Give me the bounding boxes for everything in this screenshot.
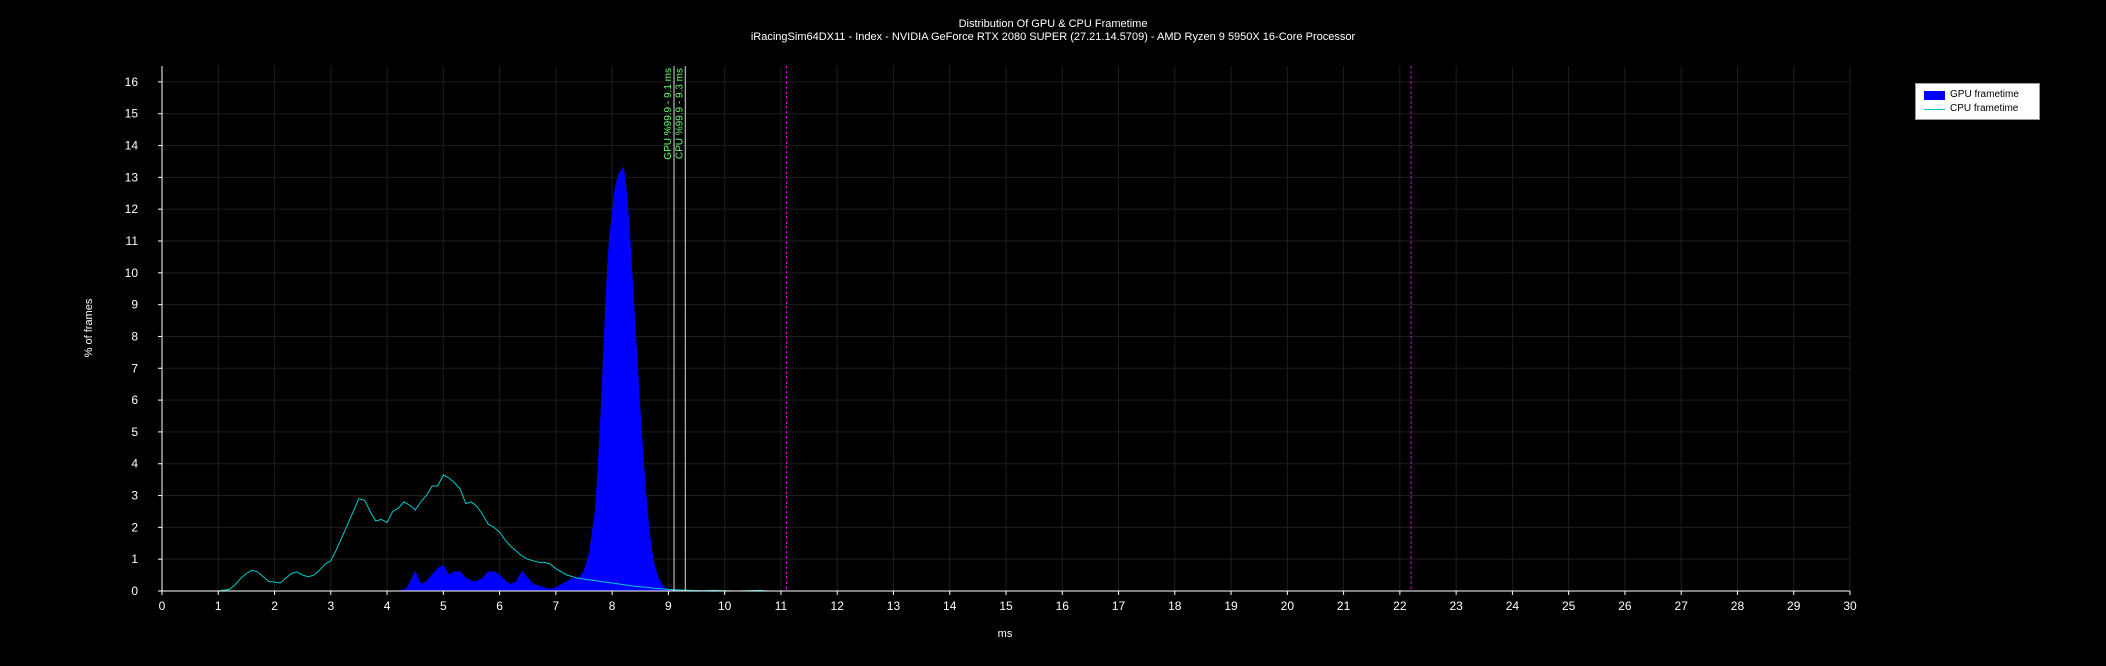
y-tick-label-10: 10 bbox=[125, 266, 139, 280]
x-tick-label-7: 7 bbox=[553, 599, 560, 613]
y-tick-label-6: 6 bbox=[131, 393, 138, 407]
legend-label-cpu: CPU frametime bbox=[1950, 103, 2019, 114]
x-tick-label-23: 23 bbox=[1449, 599, 1463, 613]
x-tick-label-19: 19 bbox=[1224, 599, 1238, 613]
x-tick-label-8: 8 bbox=[609, 599, 616, 613]
x-tick-label-3: 3 bbox=[327, 599, 334, 613]
x-tick-label-26: 26 bbox=[1618, 599, 1632, 613]
x-tick-label-18: 18 bbox=[1168, 599, 1182, 613]
y-tick-label-8: 8 bbox=[131, 329, 138, 343]
x-tick-label-13: 13 bbox=[887, 599, 901, 613]
x-tick-label-28: 28 bbox=[1731, 599, 1745, 613]
x-tick-label-5: 5 bbox=[440, 599, 447, 613]
y-tick-label-7: 7 bbox=[131, 361, 138, 375]
x-tick-label-6: 6 bbox=[496, 599, 503, 613]
x-tick-label-21: 21 bbox=[1337, 599, 1351, 613]
x-tick-label-20: 20 bbox=[1281, 599, 1295, 613]
y-tick-label-5: 5 bbox=[131, 425, 138, 439]
y-tick-label-0: 0 bbox=[131, 584, 138, 598]
frametime-distribution-chart: GPU %99.9 - 9.1 ms CPU %99.9 - 9.3 ms 012… bbox=[83, 66, 1857, 640]
x-tick-label-15: 15 bbox=[999, 599, 1013, 613]
x-tick-label-27: 27 bbox=[1675, 599, 1689, 613]
x-tick-label-0: 0 bbox=[159, 599, 166, 613]
x-tick-label-17: 17 bbox=[1112, 599, 1126, 613]
x-tick-label-16: 16 bbox=[1056, 599, 1070, 613]
y-tick-label-3: 3 bbox=[131, 489, 138, 503]
series-line-cpu bbox=[190, 474, 781, 592]
x-tick-label-4: 4 bbox=[384, 599, 391, 613]
y-tick-label-15: 15 bbox=[125, 107, 139, 121]
x-tick-label-1: 1 bbox=[215, 599, 222, 613]
x-axis-label: ms bbox=[998, 628, 1013, 640]
tick-labels: 0 1 2 3 4 5 6 7 8 9 10 11 12 13 14 15 16 17 18 19 20 21 22 23 24… bbox=[125, 75, 1857, 613]
y-tick-label-4: 4 bbox=[131, 457, 138, 471]
y-tick-label-11: 11 bbox=[126, 234, 139, 248]
x-tick-label-29: 29 bbox=[1787, 599, 1801, 613]
x-tick-label-11: 11 bbox=[775, 599, 788, 613]
legend-swatch-cpu bbox=[1924, 109, 1945, 110]
y-tick-label-16: 16 bbox=[125, 75, 139, 89]
x-tick-label-10: 10 bbox=[718, 599, 732, 613]
x-tick-label-30: 30 bbox=[1843, 599, 1857, 613]
legend-label-gpu: GPU frametime bbox=[1950, 89, 2019, 100]
y-tick-label-12: 12 bbox=[125, 202, 139, 216]
marker-label-1: CPU %99.9 - 9.3 ms bbox=[674, 68, 685, 159]
x-tick-label-25: 25 bbox=[1562, 599, 1576, 613]
x-tick-label-2: 2 bbox=[271, 599, 278, 613]
legend-swatch-gpu bbox=[1924, 91, 1945, 100]
grid bbox=[161, 66, 1851, 592]
marker-label-0: GPU %99.9 - 9.1 ms bbox=[663, 68, 674, 160]
y-tick-label-1: 1 bbox=[131, 552, 138, 566]
y-axis-label: % of frames bbox=[83, 298, 95, 357]
x-tick-label-9: 9 bbox=[665, 599, 672, 613]
y-tick-label-2: 2 bbox=[131, 520, 138, 534]
x-tick-label-12: 12 bbox=[831, 599, 845, 613]
x-tick-label-24: 24 bbox=[1506, 599, 1520, 613]
y-tick-label-14: 14 bbox=[125, 139, 139, 153]
y-tick-label-13: 13 bbox=[125, 170, 139, 184]
legend: GPU frametime CPU frametime bbox=[1915, 83, 2040, 120]
marker-lines: GPU %99.9 - 9.1 ms CPU %99.9 - 9.3 ms bbox=[663, 66, 1412, 591]
y-tick-label-9: 9 bbox=[131, 298, 138, 312]
x-tick-label-22: 22 bbox=[1393, 599, 1407, 613]
x-tick-label-14: 14 bbox=[943, 599, 957, 613]
